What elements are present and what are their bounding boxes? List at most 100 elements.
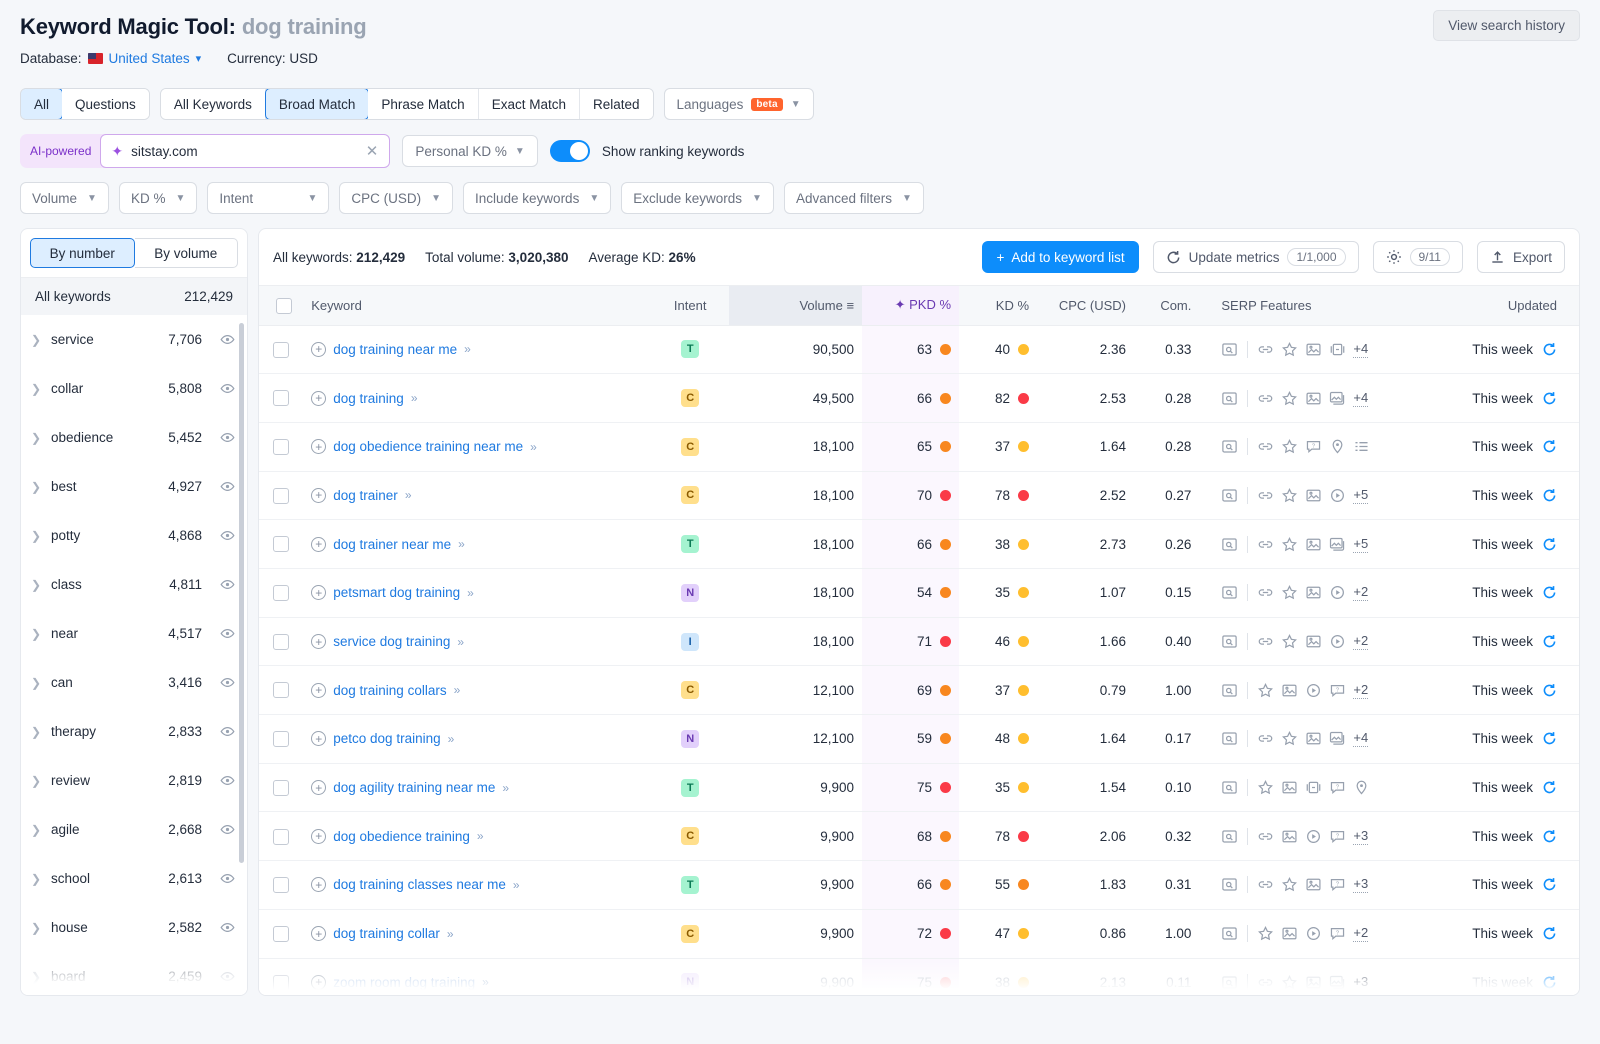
- refresh-icon[interactable]: [1542, 926, 1557, 941]
- tab-exact-match[interactable]: Exact Match: [479, 89, 580, 119]
- link-icon[interactable]: [1257, 438, 1274, 455]
- sidebar-item-class[interactable]: ❯class4,811: [21, 560, 247, 609]
- chevron-right-icon[interactable]: ❯: [31, 774, 43, 788]
- sidebar-item-review[interactable]: ❯review2,819: [21, 756, 247, 805]
- star-icon[interactable]: [1257, 779, 1274, 796]
- chevron-right-icon[interactable]: ❯: [31, 970, 43, 984]
- link-icon[interactable]: [1257, 828, 1274, 845]
- chevron-double-right-icon[interactable]: »: [502, 781, 508, 795]
- row-keyword-link[interactable]: dog training: [333, 391, 404, 406]
- table-settings-button[interactable]: 9/11: [1373, 241, 1463, 273]
- add-keyword-icon[interactable]: +: [311, 780, 326, 795]
- add-keyword-icon[interactable]: +: [311, 342, 326, 357]
- serp-more-count[interactable]: +3: [1353, 828, 1368, 845]
- snippet-icon[interactable]: [1221, 536, 1238, 553]
- add-keyword-icon[interactable]: +: [311, 634, 326, 649]
- faq-icon[interactable]: ?: [1305, 438, 1322, 455]
- row-checkbox[interactable]: [273, 488, 289, 504]
- row-keyword-link[interactable]: service dog training: [333, 634, 450, 649]
- chevron-right-icon[interactable]: ❯: [31, 333, 43, 347]
- column-com[interactable]: Com.: [1134, 286, 1199, 326]
- snippet-icon[interactable]: [1221, 925, 1238, 942]
- column-cpc[interactable]: CPC (USD): [1037, 286, 1134, 326]
- sidebar-by-number-button[interactable]: By number: [30, 238, 135, 268]
- eye-icon[interactable]: [220, 920, 235, 935]
- star-icon[interactable]: [1281, 876, 1298, 893]
- star-icon[interactable]: [1281, 438, 1298, 455]
- link-icon[interactable]: [1257, 536, 1274, 553]
- link-icon[interactable]: [1257, 876, 1274, 893]
- snippet-icon[interactable]: [1221, 730, 1238, 747]
- eye-icon[interactable]: [220, 675, 235, 690]
- star-icon[interactable]: [1281, 536, 1298, 553]
- chevron-right-icon[interactable]: ❯: [31, 627, 43, 641]
- link-icon[interactable]: [1257, 974, 1274, 991]
- languages-dropdown[interactable]: Languages beta ▼: [664, 88, 814, 120]
- row-checkbox[interactable]: [273, 634, 289, 650]
- snippet-icon[interactable]: [1221, 974, 1238, 991]
- intent-badge[interactable]: T: [681, 779, 699, 797]
- row-keyword-link[interactable]: dog training classes near me: [333, 877, 506, 892]
- eye-icon[interactable]: [220, 479, 235, 494]
- eye-icon[interactable]: [220, 871, 235, 886]
- refresh-icon[interactable]: [1542, 537, 1557, 552]
- link-icon[interactable]: [1257, 487, 1274, 504]
- refresh-icon[interactable]: [1542, 829, 1557, 844]
- image-icon[interactable]: [1305, 487, 1322, 504]
- refresh-icon[interactable]: [1542, 488, 1557, 503]
- snippet-icon[interactable]: [1221, 682, 1238, 699]
- column-intent[interactable]: Intent: [651, 286, 729, 326]
- image-icon[interactable]: [1281, 682, 1298, 699]
- sidebar-item-can[interactable]: ❯can3,416: [21, 658, 247, 707]
- intent-badge[interactable]: N: [681, 584, 699, 602]
- chevron-double-right-icon[interactable]: »: [477, 829, 483, 843]
- chevron-right-icon[interactable]: ❯: [31, 872, 43, 886]
- eye-icon[interactable]: [220, 626, 235, 641]
- refresh-icon[interactable]: [1542, 634, 1557, 649]
- tab-related[interactable]: Related: [580, 89, 653, 119]
- snippet-icon[interactable]: [1221, 341, 1238, 358]
- link-icon[interactable]: [1257, 730, 1274, 747]
- image-pack-icon[interactable]: [1329, 390, 1346, 407]
- intent-badge[interactable]: C: [681, 389, 699, 407]
- close-icon[interactable]: ✕: [366, 142, 379, 160]
- star-icon[interactable]: [1281, 584, 1298, 601]
- refresh-icon[interactable]: [1542, 731, 1557, 746]
- refresh-icon[interactable]: [1542, 585, 1557, 600]
- image-pack-icon[interactable]: [1329, 974, 1346, 991]
- database-value[interactable]: United States: [109, 51, 190, 66]
- table-row[interactable]: +dog training»C49,50066822.530.28+4This …: [259, 374, 1579, 423]
- refresh-icon[interactable]: [1542, 975, 1557, 990]
- image-icon[interactable]: [1305, 536, 1322, 553]
- personal-kd-dropdown[interactable]: Personal KD % ▼: [402, 135, 537, 167]
- tab-all[interactable]: All: [20, 88, 63, 120]
- sidebar-scrollbar[interactable]: [239, 323, 244, 863]
- refresh-icon[interactable]: [1542, 342, 1557, 357]
- column-kd[interactable]: KD %: [959, 286, 1037, 326]
- row-checkbox[interactable]: [273, 731, 289, 747]
- snippet-icon[interactable]: [1221, 779, 1238, 796]
- intent-badge[interactable]: C: [681, 681, 699, 699]
- sidebar-item-house[interactable]: ❯house2,582: [21, 903, 247, 952]
- eye-icon[interactable]: [220, 724, 235, 739]
- filter-exclude-keywords[interactable]: Exclude keywords▼: [621, 182, 774, 214]
- star-icon[interactable]: [1281, 633, 1298, 650]
- chevron-right-icon[interactable]: ❯: [31, 725, 43, 739]
- filter-kd[interactable]: KD %▼: [119, 182, 197, 214]
- serp-more-count[interactable]: +5: [1353, 536, 1368, 553]
- eye-icon[interactable]: [220, 822, 235, 837]
- tab-broad-match[interactable]: Broad Match: [265, 88, 370, 120]
- refresh-icon[interactable]: [1542, 439, 1557, 454]
- snippet-icon[interactable]: [1221, 438, 1238, 455]
- row-checkbox[interactable]: [273, 342, 289, 358]
- sidebar-all-keywords[interactable]: All keywords 212,429: [21, 277, 247, 315]
- filter-volume[interactable]: Volume▼: [20, 182, 109, 214]
- show-ranking-keywords-toggle[interactable]: [550, 140, 590, 162]
- image-icon[interactable]: [1281, 779, 1298, 796]
- image-icon[interactable]: [1305, 876, 1322, 893]
- database-selector[interactable]: Database: United States ▾: [20, 51, 201, 66]
- video-icon[interactable]: [1305, 828, 1322, 845]
- snippet-icon[interactable]: [1221, 633, 1238, 650]
- chevron-double-right-icon[interactable]: »: [464, 342, 470, 356]
- image-icon[interactable]: [1305, 974, 1322, 991]
